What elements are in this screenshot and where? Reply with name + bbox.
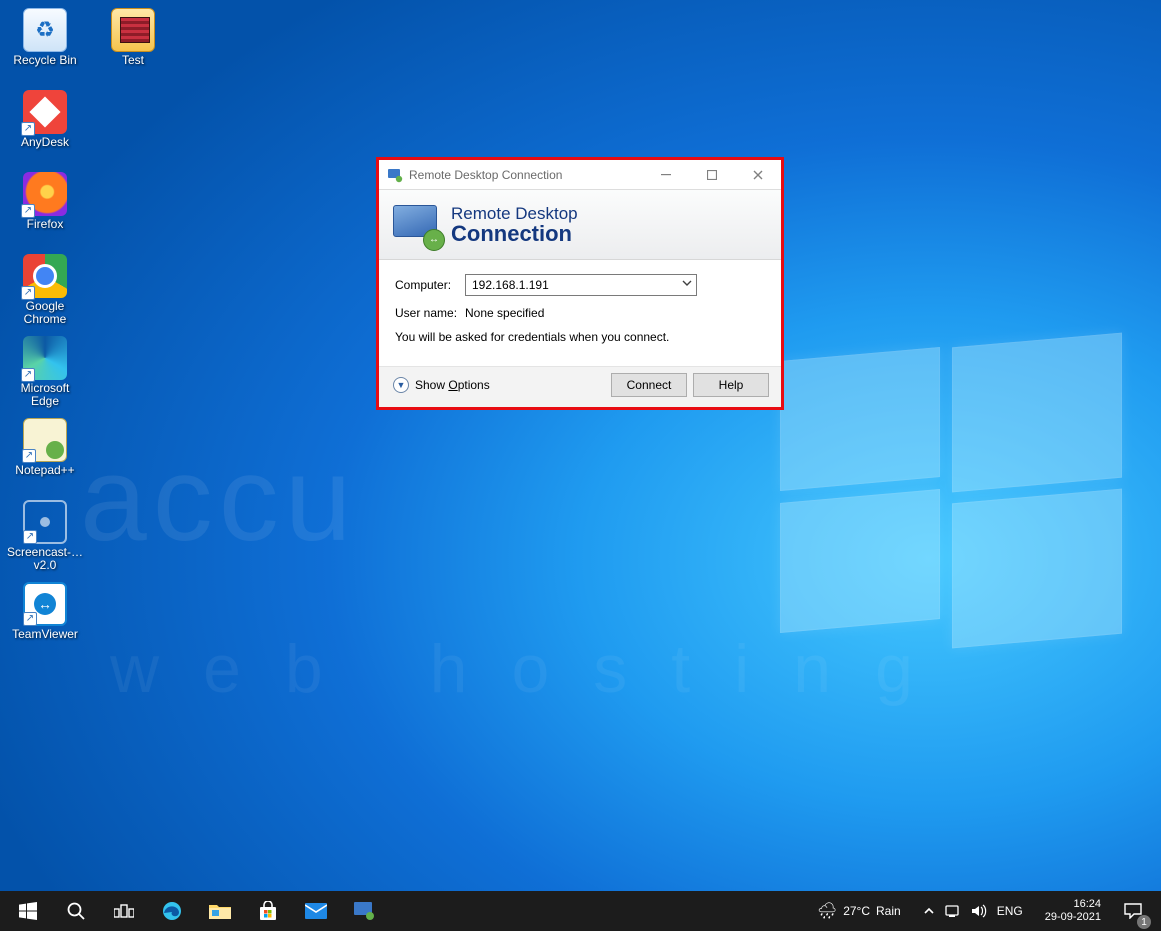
test-folder-icon <box>111 8 155 52</box>
desktop-icon-label: Notepad++ <box>15 464 74 477</box>
titlebar[interactable]: Remote Desktop Connection <box>379 160 781 190</box>
desktop-icon-label: Google Chrome <box>5 300 85 326</box>
taskbar-remote-desktop-button[interactable] <box>340 891 388 931</box>
connect-button[interactable]: Connect <box>611 373 687 397</box>
desktop-icon-label: Microsoft Edge <box>5 382 85 408</box>
rdp-icon <box>387 167 403 183</box>
windows-logo-wallpaper <box>780 340 1120 640</box>
tray-chevron-icon[interactable] <box>923 905 935 917</box>
shortcut-arrow-icon: ↗ <box>23 530 37 544</box>
network-icon[interactable] <box>945 904 961 918</box>
notepad-pp-icon: ↗ <box>23 418 67 462</box>
taskbar-task-view-button[interactable] <box>100 891 148 931</box>
taskbar-file-explorer-button[interactable] <box>196 891 244 931</box>
banner-line2: Connection <box>451 223 578 245</box>
maximize-button[interactable] <box>689 160 735 190</box>
desktop-icon-firefox[interactable]: ↗Firefox <box>4 172 86 248</box>
taskbar-edge-button[interactable] <box>148 891 196 931</box>
clock[interactable]: 16:24 29-09-2021 <box>1035 898 1111 924</box>
desktop-icon-notepad-pp[interactable]: ↗Notepad++ <box>4 418 86 494</box>
desktop-icon-teamviewer[interactable]: ↗ TeamViewer <box>4 582 86 658</box>
rain-icon: 🌧 <box>817 901 837 921</box>
anydesk-icon: ↗ <box>23 90 67 134</box>
desktop-icon-label: Recycle Bin <box>13 54 76 67</box>
task-view-icon <box>114 903 134 919</box>
start-icon <box>19 902 37 920</box>
language-indicator[interactable]: ENG <box>997 904 1023 918</box>
taskbar-mail-button[interactable] <box>292 891 340 931</box>
microsoft-store-icon <box>258 901 278 921</box>
mail-icon <box>305 903 327 919</box>
desktop-icon-google-chrome[interactable]: ↗Google Chrome <box>4 254 86 330</box>
show-options-label: Show Options <box>415 378 490 392</box>
desktop-icon-microsoft-edge[interactable]: ↗Microsoft Edge <box>4 336 86 412</box>
desktop-icon-label: Firefox <box>27 218 64 231</box>
shortcut-arrow-icon: ↗ <box>21 204 35 218</box>
taskbar[interactable]: 🌧 27°C Rain ENG 16:24 29-09-2021 <box>0 891 1161 931</box>
close-button[interactable] <box>735 160 781 190</box>
desktop[interactable]: accu web hosting Recycle Bin↗AnyDesk↗Fir… <box>0 0 1161 931</box>
help-button[interactable]: Help <box>693 373 769 397</box>
computer-combobox[interactable] <box>465 274 697 296</box>
volume-icon[interactable] <box>971 904 987 918</box>
firefox-icon: ↗ <box>23 172 67 216</box>
show-options-toggle[interactable]: ▼ Show Options <box>393 377 490 393</box>
watermark: accu web hosting <box>80 430 357 568</box>
window-title: Remote Desktop Connection <box>409 168 562 182</box>
username-label: User name: <box>395 306 465 320</box>
credentials-hint: You will be asked for credentials when y… <box>395 330 765 344</box>
desktop-icon-label: AnyDesk <box>21 136 69 149</box>
search-icon <box>66 901 86 921</box>
shortcut-arrow-icon: ↗ <box>21 368 35 382</box>
weather-temp: 27°C <box>843 904 870 918</box>
shortcut-arrow-icon: ↗ <box>21 286 35 300</box>
taskbar-search-button[interactable] <box>52 891 100 931</box>
desktop-icons-column-2: Test <box>92 8 174 90</box>
recycle-bin-icon <box>23 8 67 52</box>
notification-badge: 1 <box>1137 915 1151 929</box>
desktop-icon-label: Test <box>122 54 144 67</box>
taskbar-start-button[interactable] <box>4 891 52 931</box>
computer-label: Computer: <box>395 278 465 292</box>
taskbar-microsoft-store-button[interactable] <box>244 891 292 931</box>
computer-input[interactable] <box>466 275 696 295</box>
microsoft-edge-icon: ↗ <box>23 336 67 380</box>
shortcut-arrow-icon: ↗ <box>23 612 37 626</box>
desktop-icon-anydesk[interactable]: ↗AnyDesk <box>4 90 86 166</box>
chevron-down-icon: ▼ <box>393 377 409 393</box>
edge-icon <box>161 900 183 922</box>
weather-widget[interactable]: 🌧 27°C Rain <box>807 901 911 921</box>
banner: ↔ Remote Desktop Connection <box>379 190 781 260</box>
weather-cond: Rain <box>876 904 901 918</box>
google-chrome-icon: ↗ <box>23 254 67 298</box>
file-explorer-icon <box>209 902 231 920</box>
desktop-icon-label: Screencast-… v2.0 <box>5 546 85 572</box>
teamviewer-icon: ↗ <box>23 582 67 626</box>
desktop-icon-test-folder[interactable]: Test <box>92 8 174 84</box>
action-center-button[interactable]: 1 <box>1113 891 1153 931</box>
clock-date: 29-09-2021 <box>1045 911 1101 924</box>
remote-desktop-banner-icon: ↔ <box>393 205 441 245</box>
shortcut-arrow-icon: ↗ <box>21 122 35 136</box>
banner-line1: Remote Desktop <box>451 205 578 223</box>
desktop-icon-recycle-bin[interactable]: Recycle Bin <box>4 8 86 84</box>
shortcut-arrow-icon: ↗ <box>22 449 36 463</box>
desktop-icon-label: TeamViewer <box>12 628 78 641</box>
username-value: None specified <box>465 306 544 320</box>
desktop-icons-column-1: Recycle Bin↗AnyDesk↗Firefox↗Google Chrom… <box>4 8 94 664</box>
remote-desktop-window[interactable]: Remote Desktop Connection ↔ <box>376 157 784 410</box>
screencast-icon: ↗ <box>23 500 67 544</box>
minimize-button[interactable] <box>643 160 689 190</box>
clock-time: 16:24 <box>1045 898 1101 911</box>
desktop-icon-screencast[interactable]: ↗ Screencast-… v2.0 <box>4 500 86 576</box>
remote-desktop-icon <box>353 901 375 921</box>
